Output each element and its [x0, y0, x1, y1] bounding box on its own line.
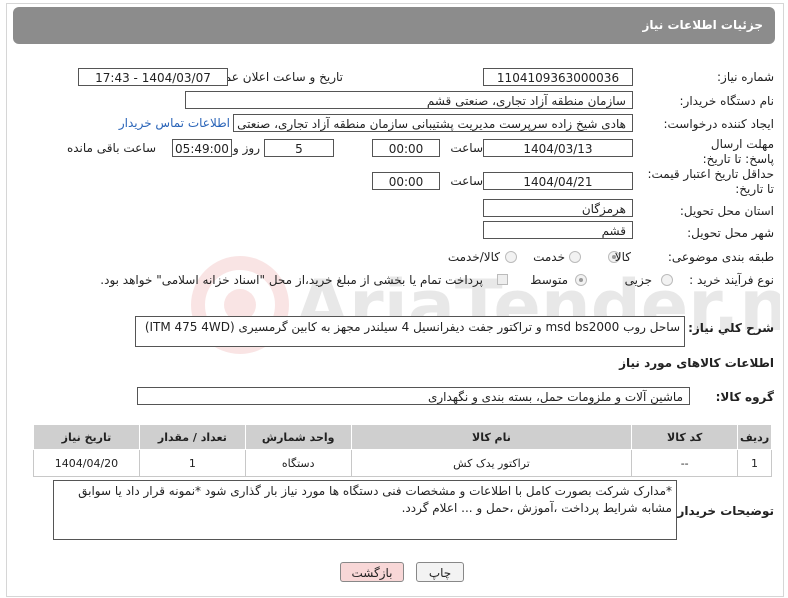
remaining-label: ساعت باقی مانده — [66, 141, 156, 155]
cell-name: تراکتور یدک کش — [350, 449, 633, 477]
buyer-contact-link[interactable]: اطلاعات تماس خریدار — [119, 116, 230, 130]
process-label: نوع فرآیند خرید : — [689, 273, 774, 287]
deadline-time-field: 00:00 — [372, 139, 440, 157]
goods-table: ردیف کد کالا نام کالا واحد شمارش تعداد /… — [33, 424, 772, 477]
column-header-unit: واحد شمارش — [244, 424, 352, 450]
table-row: 1 -- تراکتور یدک کش دستگاه 1 1404/04/20 — [33, 449, 772, 477]
buyer-org-field: سازمان منطقه آزاد تجاری، صنعتی قشم — [185, 91, 633, 109]
goods-section-title: اطلاعات کالاهای مورد نیاز — [619, 356, 774, 370]
creator-field: هادی شیخ زاده سرپرست مدیریت پشتیبانی ساز… — [233, 114, 633, 132]
page-header: جزئیات اطلاعات نیاز — [13, 7, 775, 44]
buyer-notes-field: *مدارک شرکت بصورت کامل با اطلاعات و مشخص… — [53, 480, 677, 540]
column-header-name: نام کالا — [350, 424, 633, 450]
category-option-goods: کالا — [614, 250, 631, 264]
goods-table-header: ردیف کد کالا نام کالا واحد شمارش تعداد /… — [33, 424, 772, 450]
deadline-label: مهلت ارسال پاسخ: تا تاریخ: — [702, 137, 774, 166]
deadline-time-label: ساعت — [450, 141, 483, 155]
validity-time-label: ساعت — [450, 174, 483, 188]
city-label: شهر محل تحویل: — [687, 226, 774, 240]
process-radio-medium[interactable] — [575, 274, 587, 286]
goods-group-label: گروه کالا: — [715, 390, 774, 404]
cell-date: 1404/04/20 — [33, 449, 140, 477]
description-field: ساحل روب msd bs2000 و تراکتور جفت دیفران… — [135, 316, 685, 347]
page-title: جزئیات اطلاعات نیاز — [642, 18, 763, 32]
validity-label: حداقل تاریخ اعتبار قیمت: تا تاریخ: — [647, 167, 774, 196]
creator-label: ایجاد کننده درخواست: — [663, 117, 774, 131]
buyer-notes-label: توضیحات خریدار: — [672, 504, 774, 518]
process-option-minor: جزیی — [624, 273, 652, 287]
validity-time-field: 00:00 — [372, 172, 440, 190]
validity-date-field: 1404/04/21 — [483, 172, 633, 190]
process-radio-minor[interactable] — [661, 274, 673, 286]
need-number-label: شماره نیاز: — [717, 70, 774, 84]
days-label: روز و — [233, 141, 260, 155]
category-label: طبقه بندی موضوعی: — [667, 250, 774, 264]
print-button[interactable]: چاپ — [416, 562, 464, 582]
column-header-qty: تعداد / مقدار — [138, 424, 246, 450]
process-option-medium: متوسط — [530, 273, 568, 287]
column-header-row: ردیف — [737, 424, 772, 450]
treasury-payment-note: پرداخت تمام یا بخشی از مبلغ خرید،از محل … — [100, 273, 483, 287]
back-button[interactable]: بازگشت — [340, 562, 404, 582]
category-option-goods-service: کالا/خدمت — [447, 250, 500, 264]
category-radio-goods-service[interactable] — [505, 251, 517, 263]
buyer-org-label: نام دستگاه خریدار: — [679, 94, 775, 108]
remaining-time-field: 05:49:00 — [172, 139, 232, 157]
cell-row: 1 — [737, 449, 772, 477]
column-header-code: کد کالا — [631, 424, 739, 450]
deadline-date-field: 1404/03/13 — [483, 139, 633, 157]
announce-field: 1404/03/07 - 17:43 — [78, 68, 228, 86]
days-field: 5 — [264, 139, 334, 157]
description-label: شرح کلي نياز: — [688, 321, 774, 335]
province-field: هرمزگان — [483, 199, 633, 217]
column-header-date: تاریخ نیاز — [33, 424, 140, 450]
category-radio-service[interactable] — [569, 251, 581, 263]
province-label: استان محل تحویل: — [679, 204, 774, 218]
cell-qty: 1 — [138, 449, 246, 477]
treasury-payment-checkbox[interactable] — [497, 274, 508, 285]
need-number-field: 1104109363000036 — [483, 68, 633, 86]
cell-code: -- — [631, 449, 739, 477]
city-field: قشم — [483, 221, 633, 239]
cell-unit: دستگاه — [244, 449, 352, 477]
category-option-service: خدمت — [533, 250, 565, 264]
goods-group-field: ماشین آلات و ملزومات حمل، بسته بندی و نگ… — [137, 387, 690, 405]
